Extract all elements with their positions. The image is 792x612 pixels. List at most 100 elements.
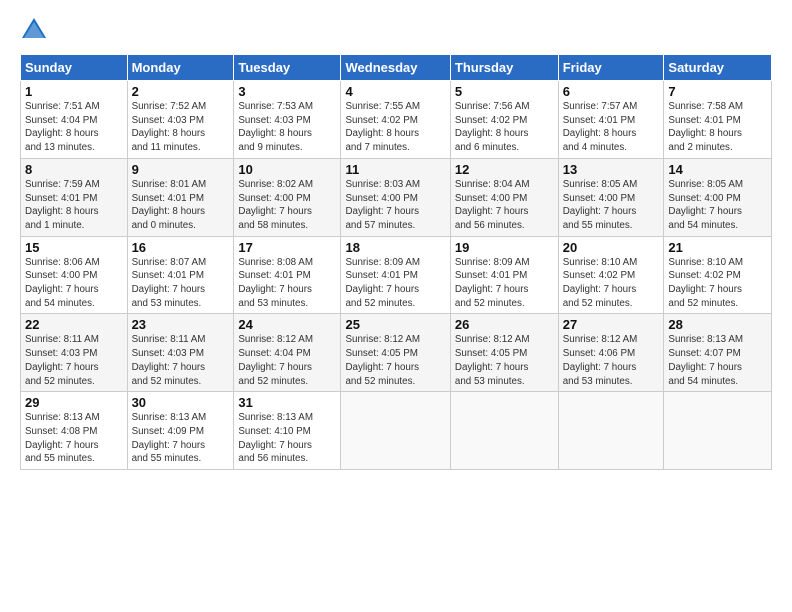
day-number: 6 [563, 84, 660, 99]
day-number: 9 [132, 162, 230, 177]
day-info: Sunrise: 8:13 AM Sunset: 4:08 PM Dayligh… [25, 411, 123, 466]
calendar-week-2: 8Sunrise: 7:59 AM Sunset: 4:01 PM Daylig… [21, 158, 772, 236]
day-info: Sunrise: 8:10 AM Sunset: 4:02 PM Dayligh… [668, 256, 767, 311]
weekday-header-monday: Monday [127, 55, 234, 81]
day-info: Sunrise: 8:01 AM Sunset: 4:01 PM Dayligh… [132, 178, 230, 233]
day-info: Sunrise: 8:04 AM Sunset: 4:00 PM Dayligh… [455, 178, 554, 233]
day-number: 11 [345, 162, 445, 177]
weekday-header-tuesday: Tuesday [234, 55, 341, 81]
day-info: Sunrise: 7:55 AM Sunset: 4:02 PM Dayligh… [345, 100, 445, 155]
day-info: Sunrise: 8:05 AM Sunset: 4:00 PM Dayligh… [668, 178, 767, 233]
calendar-cell: 6Sunrise: 7:57 AM Sunset: 4:01 PM Daylig… [558, 81, 664, 159]
day-number: 30 [132, 395, 230, 410]
day-info: Sunrise: 8:12 AM Sunset: 4:05 PM Dayligh… [455, 333, 554, 388]
calendar-cell: 2Sunrise: 7:52 AM Sunset: 4:03 PM Daylig… [127, 81, 234, 159]
calendar-cell: 30Sunrise: 8:13 AM Sunset: 4:09 PM Dayli… [127, 392, 234, 470]
day-info: Sunrise: 8:12 AM Sunset: 4:06 PM Dayligh… [563, 333, 660, 388]
header [20, 16, 772, 44]
day-number: 12 [455, 162, 554, 177]
day-number: 13 [563, 162, 660, 177]
calendar: SundayMondayTuesdayWednesdayThursdayFrid… [20, 54, 772, 470]
day-number: 4 [345, 84, 445, 99]
weekday-header-thursday: Thursday [450, 55, 558, 81]
day-info: Sunrise: 8:11 AM Sunset: 4:03 PM Dayligh… [132, 333, 230, 388]
day-info: Sunrise: 8:10 AM Sunset: 4:02 PM Dayligh… [563, 256, 660, 311]
calendar-cell: 3Sunrise: 7:53 AM Sunset: 4:03 PM Daylig… [234, 81, 341, 159]
day-number: 2 [132, 84, 230, 99]
day-number: 22 [25, 317, 123, 332]
calendar-cell: 14Sunrise: 8:05 AM Sunset: 4:00 PM Dayli… [664, 158, 772, 236]
day-number: 31 [238, 395, 336, 410]
day-number: 10 [238, 162, 336, 177]
calendar-cell: 25Sunrise: 8:12 AM Sunset: 4:05 PM Dayli… [341, 314, 450, 392]
calendar-week-5: 29Sunrise: 8:13 AM Sunset: 4:08 PM Dayli… [21, 392, 772, 470]
day-number: 18 [345, 240, 445, 255]
logo [20, 16, 52, 44]
day-info: Sunrise: 7:51 AM Sunset: 4:04 PM Dayligh… [25, 100, 123, 155]
day-number: 24 [238, 317, 336, 332]
calendar-cell: 19Sunrise: 8:09 AM Sunset: 4:01 PM Dayli… [450, 236, 558, 314]
calendar-cell: 26Sunrise: 8:12 AM Sunset: 4:05 PM Dayli… [450, 314, 558, 392]
day-info: Sunrise: 7:52 AM Sunset: 4:03 PM Dayligh… [132, 100, 230, 155]
day-number: 16 [132, 240, 230, 255]
day-number: 3 [238, 84, 336, 99]
day-number: 23 [132, 317, 230, 332]
day-number: 29 [25, 395, 123, 410]
calendar-cell: 22Sunrise: 8:11 AM Sunset: 4:03 PM Dayli… [21, 314, 128, 392]
calendar-cell: 27Sunrise: 8:12 AM Sunset: 4:06 PM Dayli… [558, 314, 664, 392]
day-number: 25 [345, 317, 445, 332]
calendar-cell: 8Sunrise: 7:59 AM Sunset: 4:01 PM Daylig… [21, 158, 128, 236]
weekday-row: SundayMondayTuesdayWednesdayThursdayFrid… [21, 55, 772, 81]
day-number: 7 [668, 84, 767, 99]
day-info: Sunrise: 8:03 AM Sunset: 4:00 PM Dayligh… [345, 178, 445, 233]
day-number: 14 [668, 162, 767, 177]
day-info: Sunrise: 8:06 AM Sunset: 4:00 PM Dayligh… [25, 256, 123, 311]
calendar-cell: 9Sunrise: 8:01 AM Sunset: 4:01 PM Daylig… [127, 158, 234, 236]
day-number: 21 [668, 240, 767, 255]
day-info: Sunrise: 8:09 AM Sunset: 4:01 PM Dayligh… [345, 256, 445, 311]
day-number: 27 [563, 317, 660, 332]
day-number: 17 [238, 240, 336, 255]
day-number: 8 [25, 162, 123, 177]
calendar-cell [341, 392, 450, 470]
day-info: Sunrise: 8:13 AM Sunset: 4:10 PM Dayligh… [238, 411, 336, 466]
calendar-cell: 21Sunrise: 8:10 AM Sunset: 4:02 PM Dayli… [664, 236, 772, 314]
day-info: Sunrise: 8:09 AM Sunset: 4:01 PM Dayligh… [455, 256, 554, 311]
day-info: Sunrise: 8:12 AM Sunset: 4:05 PM Dayligh… [345, 333, 445, 388]
weekday-header-friday: Friday [558, 55, 664, 81]
day-info: Sunrise: 8:02 AM Sunset: 4:00 PM Dayligh… [238, 178, 336, 233]
day-info: Sunrise: 8:13 AM Sunset: 4:07 PM Dayligh… [668, 333, 767, 388]
calendar-cell: 23Sunrise: 8:11 AM Sunset: 4:03 PM Dayli… [127, 314, 234, 392]
calendar-cell: 18Sunrise: 8:09 AM Sunset: 4:01 PM Dayli… [341, 236, 450, 314]
day-info: Sunrise: 8:08 AM Sunset: 4:01 PM Dayligh… [238, 256, 336, 311]
calendar-cell: 28Sunrise: 8:13 AM Sunset: 4:07 PM Dayli… [664, 314, 772, 392]
calendar-cell: 1Sunrise: 7:51 AM Sunset: 4:04 PM Daylig… [21, 81, 128, 159]
day-info: Sunrise: 7:53 AM Sunset: 4:03 PM Dayligh… [238, 100, 336, 155]
weekday-header-sunday: Sunday [21, 55, 128, 81]
day-info: Sunrise: 8:07 AM Sunset: 4:01 PM Dayligh… [132, 256, 230, 311]
day-info: Sunrise: 7:57 AM Sunset: 4:01 PM Dayligh… [563, 100, 660, 155]
calendar-cell: 24Sunrise: 8:12 AM Sunset: 4:04 PM Dayli… [234, 314, 341, 392]
day-number: 1 [25, 84, 123, 99]
calendar-cell: 12Sunrise: 8:04 AM Sunset: 4:00 PM Dayli… [450, 158, 558, 236]
calendar-cell: 20Sunrise: 8:10 AM Sunset: 4:02 PM Dayli… [558, 236, 664, 314]
day-info: Sunrise: 8:13 AM Sunset: 4:09 PM Dayligh… [132, 411, 230, 466]
calendar-cell: 31Sunrise: 8:13 AM Sunset: 4:10 PM Dayli… [234, 392, 341, 470]
calendar-cell [558, 392, 664, 470]
calendar-week-3: 15Sunrise: 8:06 AM Sunset: 4:00 PM Dayli… [21, 236, 772, 314]
day-info: Sunrise: 7:58 AM Sunset: 4:01 PM Dayligh… [668, 100, 767, 155]
page: SundayMondayTuesdayWednesdayThursdayFrid… [0, 0, 792, 480]
day-number: 20 [563, 240, 660, 255]
calendar-cell: 5Sunrise: 7:56 AM Sunset: 4:02 PM Daylig… [450, 81, 558, 159]
calendar-body: 1Sunrise: 7:51 AM Sunset: 4:04 PM Daylig… [21, 81, 772, 470]
logo-icon [20, 16, 48, 44]
day-number: 15 [25, 240, 123, 255]
calendar-cell: 29Sunrise: 8:13 AM Sunset: 4:08 PM Dayli… [21, 392, 128, 470]
calendar-cell: 16Sunrise: 8:07 AM Sunset: 4:01 PM Dayli… [127, 236, 234, 314]
day-number: 26 [455, 317, 554, 332]
calendar-cell: 15Sunrise: 8:06 AM Sunset: 4:00 PM Dayli… [21, 236, 128, 314]
day-info: Sunrise: 7:59 AM Sunset: 4:01 PM Dayligh… [25, 178, 123, 233]
weekday-header-saturday: Saturday [664, 55, 772, 81]
calendar-cell: 17Sunrise: 8:08 AM Sunset: 4:01 PM Dayli… [234, 236, 341, 314]
day-number: 28 [668, 317, 767, 332]
